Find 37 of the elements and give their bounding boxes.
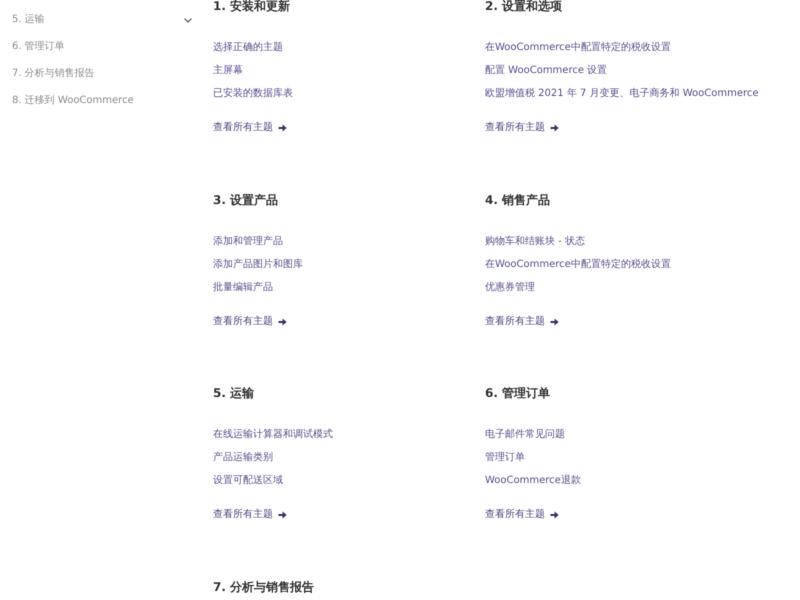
arrow-right-icon — [550, 511, 559, 519]
article-link[interactable]: 选择正确的主题 — [213, 41, 283, 55]
view-all-link[interactable]: 查看所有主题 — [485, 508, 559, 522]
article-link[interactable]: 购物车和结账块 - 状态 — [485, 234, 585, 248]
article-link[interactable]: 电子邮件常见问题 — [485, 428, 565, 442]
section-heading: 6. 管理订单 — [485, 387, 550, 399]
article-link[interactable]: 添加产品图片和图库 — [213, 258, 303, 272]
arrow-right-icon — [278, 318, 287, 326]
view-all-link[interactable]: 查看所有主题 — [485, 121, 559, 135]
section-heading: 3. 设置产品 — [213, 194, 278, 206]
article-link[interactable]: 添加和管理产品 — [213, 234, 283, 248]
article-link[interactable]: 在线运输计算器和调试模式 — [213, 428, 333, 442]
section-heading: 7. 分析与销售报告 — [213, 580, 314, 592]
article-link[interactable]: 批量编辑产品 — [213, 280, 273, 294]
view-all-link[interactable]: 查看所有主题 — [213, 314, 287, 328]
arrow-right-icon — [550, 124, 559, 132]
section-heading: 4. 销售产品 — [485, 194, 550, 206]
arrow-right-icon — [278, 511, 287, 519]
article-link[interactable]: 欧盟增值税 2021 年 7 月变更、电子商务和 WooCommerce — [485, 87, 759, 101]
article-link[interactable]: 主屏幕 — [213, 64, 243, 78]
article-link[interactable]: 优惠券管理 — [485, 280, 535, 294]
article-link[interactable]: 已安装的数据库表 — [213, 87, 293, 101]
arrow-right-icon — [278, 124, 287, 132]
article-link[interactable]: 管理订单 — [485, 451, 525, 465]
article-link[interactable]: 产品运输类别 — [213, 451, 273, 465]
article-link[interactable]: 设置可配送区域 — [213, 474, 283, 488]
section-heading: 5. 运输 — [213, 387, 254, 399]
view-all-link[interactable]: 查看所有主题 — [213, 508, 287, 522]
view-all-link[interactable]: 查看所有主题 — [213, 121, 287, 135]
article-link[interactable]: 配置 WooCommerce 设置 — [485, 64, 608, 78]
article-link[interactable]: WooCommerce退款 — [485, 474, 581, 488]
chevron-down-icon[interactable] — [184, 18, 192, 22]
section-heading: 2. 设置和选项 — [485, 0, 562, 12]
arrow-right-icon — [550, 318, 559, 326]
article-link[interactable]: 在WooCommerce中配置特定的税收设置 — [485, 41, 671, 55]
view-all-link[interactable]: 查看所有主题 — [485, 314, 559, 328]
article-link[interactable]: 在WooCommerce中配置特定的税收设置 — [485, 258, 671, 272]
